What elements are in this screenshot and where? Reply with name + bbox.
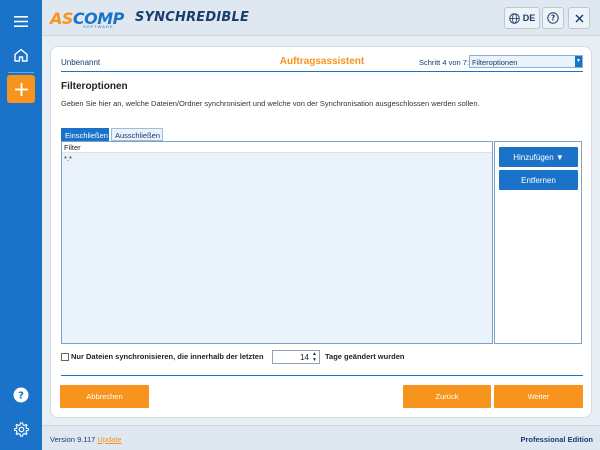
step-select[interactable]: Filteroptionen ▼	[469, 55, 583, 68]
chevron-down-icon: ▼	[575, 56, 582, 67]
remove-button[interactable]: Entfernen	[499, 170, 578, 190]
language-button[interactable]: DE	[504, 7, 540, 29]
days-label: Tage geändert wurden	[325, 352, 405, 361]
spin-arrows-icon[interactable]: ▲ ▼	[311, 351, 318, 363]
status-bar: Version 9.117 Update Professional Editio…	[42, 425, 600, 450]
question-icon: ?	[547, 12, 559, 24]
recent-only-label: Nur Dateien synchronisieren, die innerha…	[71, 352, 264, 361]
app-header: ASCOMP SOFTWARE SYNCHREDIBLE DE ?	[42, 0, 600, 36]
plus-icon[interactable]	[7, 75, 35, 103]
close-icon	[575, 14, 583, 22]
help-icon[interactable]: ?	[7, 381, 35, 409]
filter-actions: Hinzufügen ▼ Entfernen	[494, 141, 582, 344]
help-button[interactable]: ?	[542, 7, 564, 29]
filter-list[interactable]: Filter *.*	[61, 141, 493, 344]
ascomp-logo: ASCOMP SOFTWARE	[50, 8, 124, 30]
left-rail: ?	[0, 0, 42, 450]
list-item[interactable]: *.*	[62, 153, 492, 164]
cancel-button[interactable]: Abbrechen	[60, 385, 149, 408]
next-button[interactable]: Weiter	[494, 385, 583, 408]
edition-label: Professional Edition	[520, 435, 593, 444]
close-button[interactable]	[568, 7, 590, 29]
step-label: Schritt 4 von 7:	[419, 58, 470, 67]
svg-text:?: ?	[551, 14, 555, 23]
days-value: 14	[300, 353, 309, 362]
section-title: Filteroptionen	[61, 81, 128, 92]
language-label: DE	[522, 13, 536, 23]
days-stepper[interactable]: 14 ▲ ▼	[272, 350, 320, 364]
svg-text:?: ?	[18, 391, 24, 402]
rail-divider	[8, 72, 34, 73]
app-title: SYNCHREDIBLE	[135, 10, 250, 25]
wizard-card: Unbenannt Auftragsassistent Schritt 4 vo…	[50, 46, 592, 418]
version-info: Version 9.117 Update	[50, 435, 122, 444]
update-link[interactable]: Update	[97, 435, 121, 444]
tab-include[interactable]: Einschließen	[61, 128, 109, 141]
footer-divider	[61, 375, 583, 376]
tab-exclude[interactable]: Ausschließen	[111, 128, 163, 141]
menu-icon[interactable]	[7, 7, 35, 35]
version-label: Version 9.117	[50, 435, 96, 444]
globe-icon	[509, 12, 520, 24]
home-icon[interactable]	[7, 41, 35, 69]
add-button[interactable]: Hinzufügen ▼	[499, 147, 578, 167]
back-button[interactable]: Zurück	[403, 385, 491, 408]
filter-column-header: Filter	[62, 142, 492, 153]
section-description: Geben Sie hier an, welche Dateien/Ordner…	[61, 99, 480, 108]
step-select-value: Filteroptionen	[472, 58, 518, 67]
header-divider	[61, 71, 583, 72]
recent-only-checkbox[interactable]	[61, 353, 69, 361]
settings-icon[interactable]	[7, 415, 35, 443]
